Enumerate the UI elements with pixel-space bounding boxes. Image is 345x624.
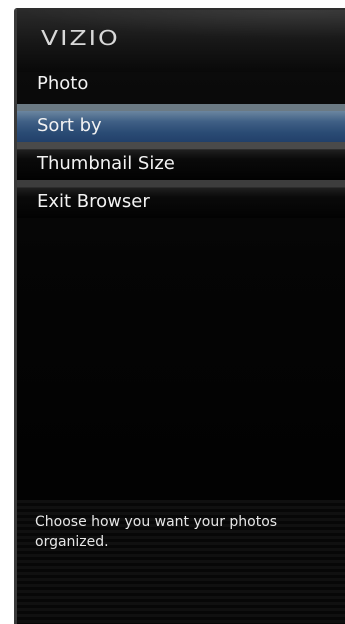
menu-item-exit-browser[interactable]: Exit Browser [17, 180, 345, 218]
browser-menu-panel: VIZIO Photo Sort by Thumbnail Size Exit … [14, 8, 345, 624]
menu-item-label: Photo [37, 73, 89, 94]
menu-item-sort-by[interactable]: Sort by [17, 104, 345, 142]
menu-item-thumbnail-size[interactable]: Thumbnail Size [17, 142, 345, 180]
menu-item-label: Thumbnail Size [37, 153, 175, 174]
vizio-logo: VIZIO [41, 26, 120, 50]
menu-item-label: Sort by [37, 115, 102, 136]
options-menu: Photo Sort by Thumbnail Size Exit Browse… [17, 66, 345, 218]
help-area: Choose how you want your photos organize… [17, 500, 345, 624]
menu-item-photo[interactable]: Photo [17, 66, 345, 104]
brand-header: VIZIO [17, 10, 345, 72]
menu-item-label: Exit Browser [37, 191, 150, 212]
help-text: Choose how you want your photos organize… [35, 514, 278, 550]
